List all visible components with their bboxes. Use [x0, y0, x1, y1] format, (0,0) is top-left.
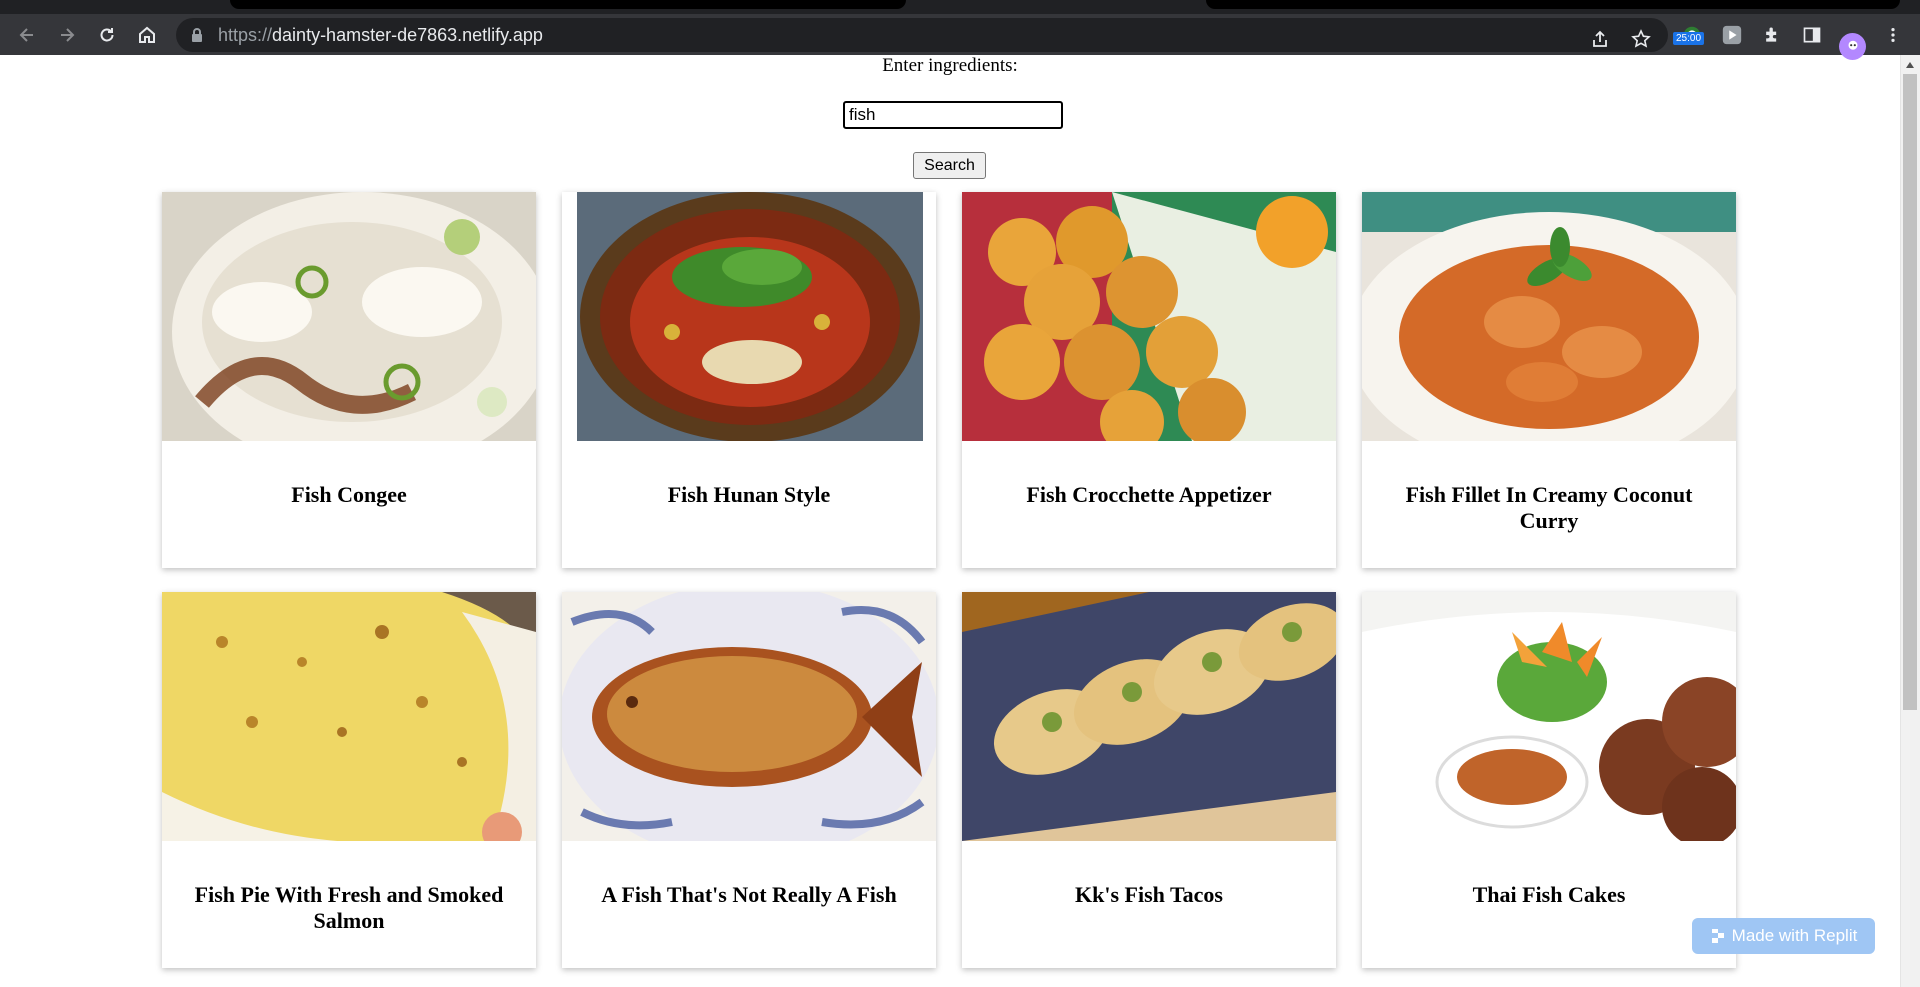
tab-inactive-left[interactable] — [230, 0, 906, 9]
recipe-title[interactable]: Thai Fish Cakes — [1382, 882, 1716, 908]
url-host: dainty-hamster-de7863.netlify.app — [272, 25, 543, 45]
recipe-photo-fish-pie — [162, 592, 536, 841]
share-icon — [1593, 30, 1607, 47]
reload-icon — [100, 28, 114, 42]
reload-button[interactable] — [93, 21, 121, 49]
recipe-title[interactable]: A Fish That's Not Really A Fish — [582, 882, 916, 908]
recipe-photo-fish-shaped-pie — [562, 592, 936, 841]
recipe-photo-tacos — [962, 592, 1336, 841]
recipe-card[interactable]: Fish Fillet In Creamy Coconut Curry — [1362, 192, 1736, 568]
ingredients-input[interactable] — [843, 101, 1063, 129]
extensions-button[interactable] — [1758, 21, 1786, 49]
recipe-title[interactable]: Fish Congee — [182, 482, 516, 508]
forward-button[interactable] — [53, 21, 81, 49]
recipe-title[interactable]: Fish Crocchette Appetizer — [982, 482, 1316, 508]
browser-menu-button[interactable] — [1879, 21, 1907, 49]
home-icon — [139, 26, 155, 43]
timer-badge: 25:00 — [1673, 32, 1705, 45]
kebab-menu-icon — [1891, 27, 1895, 43]
video-extension-button[interactable] — [1718, 21, 1746, 49]
url-scheme: https:// — [218, 25, 273, 45]
recipe-card[interactable]: Fish Hunan Style — [562, 192, 936, 568]
lock-icon — [192, 28, 202, 42]
back-arrow-icon — [19, 28, 33, 42]
page-content: Enter ingredients: Search Fish Co — [0, 55, 1900, 987]
recipe-photo-hunan — [562, 192, 936, 441]
side-panel-icon — [1803, 27, 1821, 43]
recipe-title[interactable]: Fish Hunan Style — [582, 482, 916, 508]
recipe-photo-fish-cakes — [1362, 592, 1736, 841]
recipe-card[interactable]: Thai Fish Cakes — [1362, 592, 1736, 968]
recipe-photo-curry — [1362, 192, 1736, 441]
play-icon — [1722, 25, 1742, 45]
replit-logo-icon — [1711, 929, 1724, 943]
puzzle-icon — [1766, 27, 1777, 42]
recipe-title[interactable]: Fish Fillet In Creamy Coconut Curry — [1382, 482, 1716, 534]
recipe-card[interactable]: Fish Congee — [162, 192, 536, 568]
tab-strip — [0, 0, 1920, 14]
avatar-icon — [1848, 40, 1857, 50]
recipe-card[interactable]: A Fish That's Not Really A Fish — [562, 592, 936, 968]
home-button[interactable] — [133, 21, 161, 49]
recipe-photo-crocchette — [962, 192, 1336, 441]
bookmark-button[interactable] — [1629, 27, 1653, 51]
scrollbar-thumb[interactable] — [1903, 74, 1917, 710]
back-button[interactable] — [13, 21, 41, 49]
recipe-title[interactable]: Kk's Fish Tacos — [982, 882, 1316, 908]
browser-toolbar: https://dainty-hamster-de7863.netlify.ap… — [0, 14, 1920, 60]
replit-badge-label: Made with Replit — [1731, 926, 1858, 945]
search-button[interactable]: Search — [913, 152, 986, 179]
share-button[interactable] — [1588, 27, 1612, 51]
recipe-title[interactable]: Fish Pie With Fresh and Smoked Salmon — [182, 882, 516, 934]
side-panel-button[interactable] — [1798, 21, 1826, 49]
recipe-card[interactable]: Fish Pie With Fresh and Smoked Salmon — [162, 592, 536, 968]
recipe-card[interactable]: Fish Crocchette Appetizer — [962, 192, 1336, 568]
made-with-replit-badge[interactable]: Made with Replit — [1692, 918, 1875, 954]
star-icon — [1631, 29, 1651, 48]
tab-inactive-right[interactable] — [1206, 0, 1900, 9]
scroll-up-arrow-icon[interactable] — [1904, 60, 1916, 70]
ingredients-label: Enter ingredients: — [882, 55, 1018, 76]
forward-arrow-icon — [61, 28, 75, 42]
url-text: https://dainty-hamster-de7863.netlify.ap… — [218, 25, 543, 46]
recipe-card[interactable]: Kk's Fish Tacos — [962, 592, 1336, 968]
recipe-photo-congee — [162, 192, 536, 441]
address-bar[interactable]: https://dainty-hamster-de7863.netlify.ap… — [176, 18, 1668, 52]
